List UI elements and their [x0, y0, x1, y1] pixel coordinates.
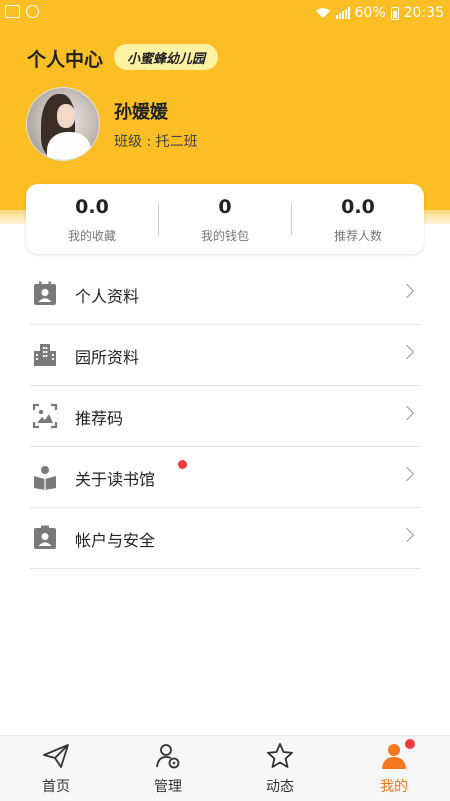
status-bar: 60% 20:35 [0, 0, 450, 28]
user-name: 孙媛媛 [114, 102, 168, 123]
chevron-right-icon [399, 466, 415, 482]
image-frame-icon [32, 403, 58, 429]
nav-label: 首页 [42, 779, 70, 795]
stat-label: 推荐人数 [333, 229, 382, 243]
profile-card-icon [34, 281, 56, 305]
user-class: 班级 : 托二班 [114, 134, 198, 150]
nav-mine[interactable]: 我的 [338, 736, 450, 801]
clock: 20:35 [403, 5, 444, 21]
menu-label: 个人资料 [75, 287, 140, 306]
stat-label: 我的钱包 [200, 229, 249, 243]
menu-label: 推荐码 [75, 409, 124, 428]
school-name: 小蜜蜂幼儿园 [127, 51, 206, 67]
nav-feed[interactable]: 动态 [224, 736, 336, 801]
status-left [5, 5, 39, 18]
stat-referrals[interactable]: 0.0 推荐人数 [292, 184, 424, 254]
settings-menu: 个人资料 园所资料 推荐码 关于读书馆 帐户与安全 [30, 264, 420, 569]
building-icon [34, 344, 56, 366]
account-lock-icon [34, 525, 56, 549]
notification-dot [178, 460, 187, 469]
battery-percent: 60% [354, 5, 386, 21]
menu-item-personal-info[interactable]: 个人资料 [30, 264, 420, 325]
battery-icon [390, 6, 399, 20]
menu-item-referral-code[interactable]: 推荐码 [30, 386, 420, 447]
notification-dot [405, 739, 415, 749]
nav-home[interactable]: 首页 [0, 736, 112, 801]
user-gear-icon [156, 744, 180, 769]
nav-manage[interactable]: 管理 [112, 736, 224, 801]
stat-value: 0.0 [341, 196, 375, 218]
stat-value: 0 [218, 196, 232, 218]
person-icon [382, 744, 406, 769]
nav-label: 我的 [380, 779, 408, 795]
nav-label: 动态 [266, 779, 294, 795]
menu-label: 关于读书馆 [75, 470, 156, 489]
message-notification-icon [5, 5, 20, 18]
menu-item-school-info[interactable]: 园所资料 [30, 325, 420, 386]
school-badge: 小蜜蜂幼儿园 [114, 44, 219, 70]
avatar[interactable] [26, 87, 100, 161]
nav-label: 管理 [154, 779, 182, 795]
menu-item-about-library[interactable]: 关于读书馆 [30, 447, 420, 508]
chevron-right-icon [399, 283, 415, 299]
chevron-right-icon [399, 527, 415, 543]
stats-card: 0.0 我的收藏 0 我的钱包 0.0 推荐人数 [26, 184, 424, 254]
stat-value: 0.0 [75, 196, 109, 218]
avatar-body [47, 132, 91, 160]
avatar-face [57, 104, 75, 128]
stat-wallet[interactable]: 0 我的钱包 [159, 184, 291, 254]
wifi-icon [315, 8, 330, 18]
signal-icon [335, 7, 350, 19]
sync-icon [26, 5, 39, 18]
bottom-nav: 首页 管理 动态 我的 [0, 735, 450, 801]
menu-item-account-security[interactable]: 帐户与安全 [30, 508, 420, 569]
star-icon [267, 743, 293, 768]
menu-label: 帐户与安全 [75, 531, 156, 550]
chevron-right-icon [399, 405, 415, 421]
menu-label: 园所资料 [75, 348, 140, 367]
page-title: 个人中心 [27, 49, 104, 71]
status-right: 60% 20:35 [315, 5, 444, 21]
chevron-right-icon [399, 344, 415, 360]
paper-plane-icon [43, 744, 69, 768]
book-reader-icon [34, 466, 56, 490]
stat-favorites[interactable]: 0.0 我的收藏 [26, 184, 158, 254]
stat-label: 我的收藏 [67, 229, 116, 243]
